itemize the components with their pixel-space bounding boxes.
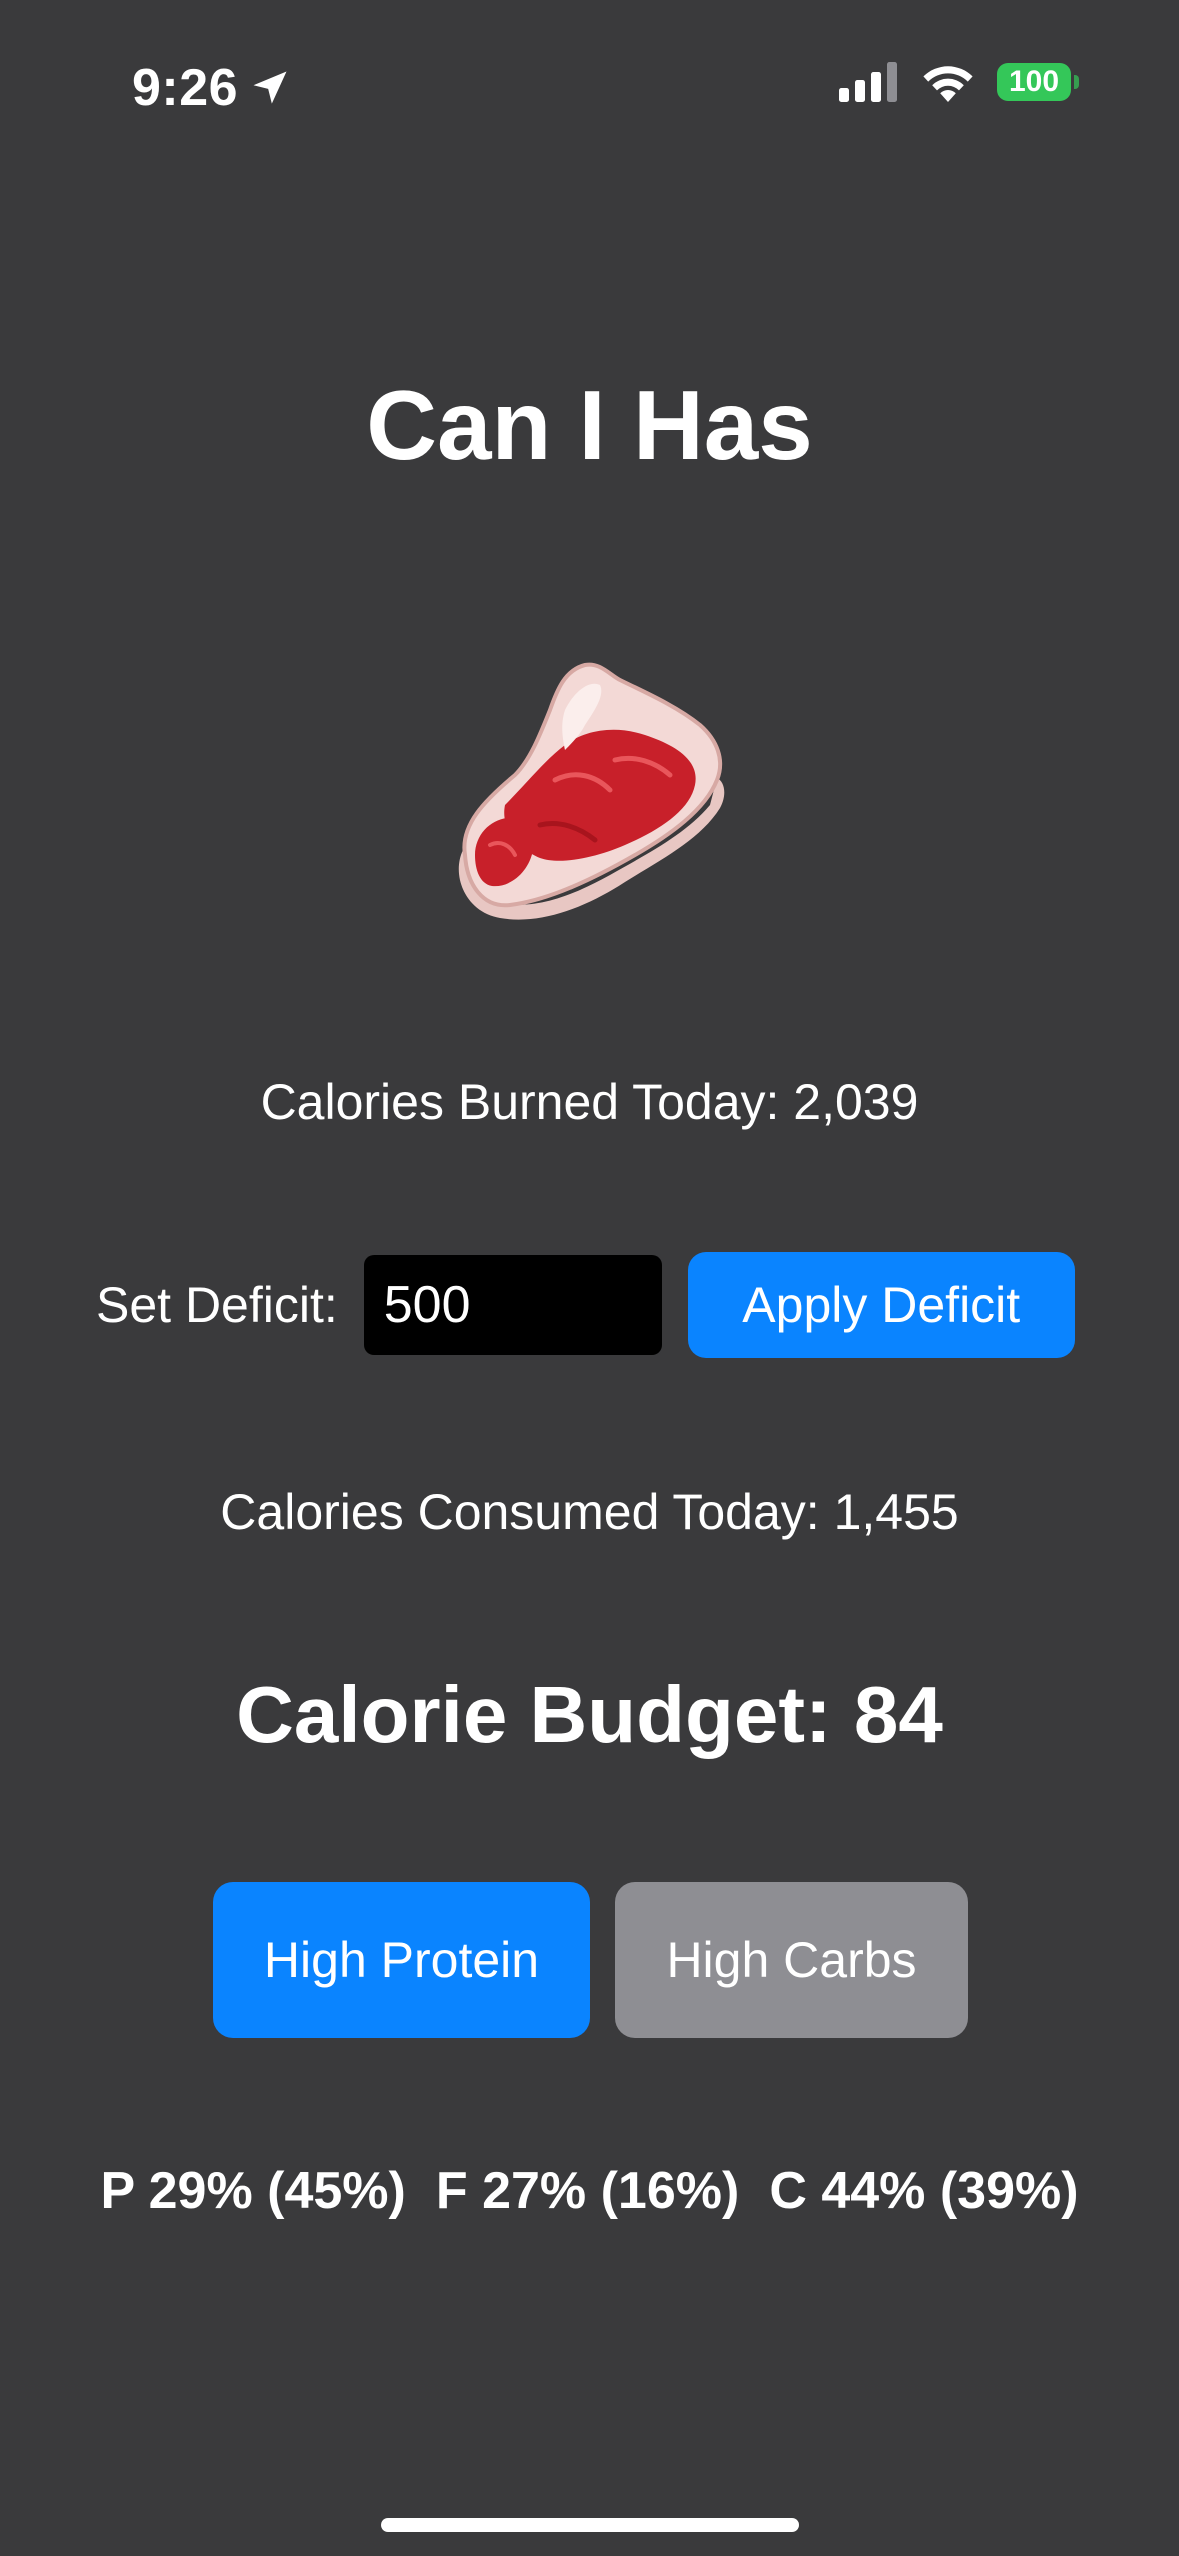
- deficit-row: Set Deficit: Apply Deficit: [96, 1252, 1075, 1358]
- battery-nub: [1074, 75, 1079, 89]
- battery-level: 100: [997, 63, 1071, 101]
- steak-icon: [458, 662, 725, 920]
- app-title: Can I Has: [366, 370, 813, 480]
- location-arrow-icon: [253, 71, 287, 104]
- diet-mode-selector: High Protein High Carbs: [213, 1882, 968, 2038]
- macro-carbs: C 44% (39%): [769, 2162, 1079, 2220]
- macro-breakdown: P 29% (45%) F 27% (16%) C 44% (39%): [0, 2158, 1179, 2224]
- macro-fat: F 27% (16%): [435, 2162, 740, 2220]
- status-time: 9:26: [132, 59, 239, 117]
- status-indicators: 100: [839, 62, 1079, 102]
- apply-deficit-button[interactable]: Apply Deficit: [687, 1252, 1075, 1358]
- home-indicator[interactable]: [381, 2518, 799, 2532]
- status-time-group: 9:26: [132, 58, 292, 118]
- battery-icon: 100: [997, 63, 1079, 101]
- status-bar: 9:26 100: [0, 0, 1179, 170]
- high-carbs-button[interactable]: High Carbs: [615, 1882, 968, 2038]
- calories-consumed-text: Calories Consumed Today: 1,455: [220, 1484, 959, 1540]
- deficit-label: Set Deficit:: [96, 1277, 338, 1333]
- high-protein-button[interactable]: High Protein: [213, 1882, 590, 2038]
- deficit-input[interactable]: [363, 1255, 662, 1355]
- calorie-budget-text: Calorie Budget: 84: [236, 1670, 943, 1759]
- macro-protein: P 29% (45%): [100, 2162, 406, 2220]
- app-screen: 9:26 100 Can I Has Calories Burned Today…: [0, 0, 1179, 2556]
- wifi-icon: [923, 66, 973, 102]
- cellular-signal-icon: [839, 62, 897, 102]
- calories-burned-text: Calories Burned Today: 2,039: [260, 1074, 919, 1130]
